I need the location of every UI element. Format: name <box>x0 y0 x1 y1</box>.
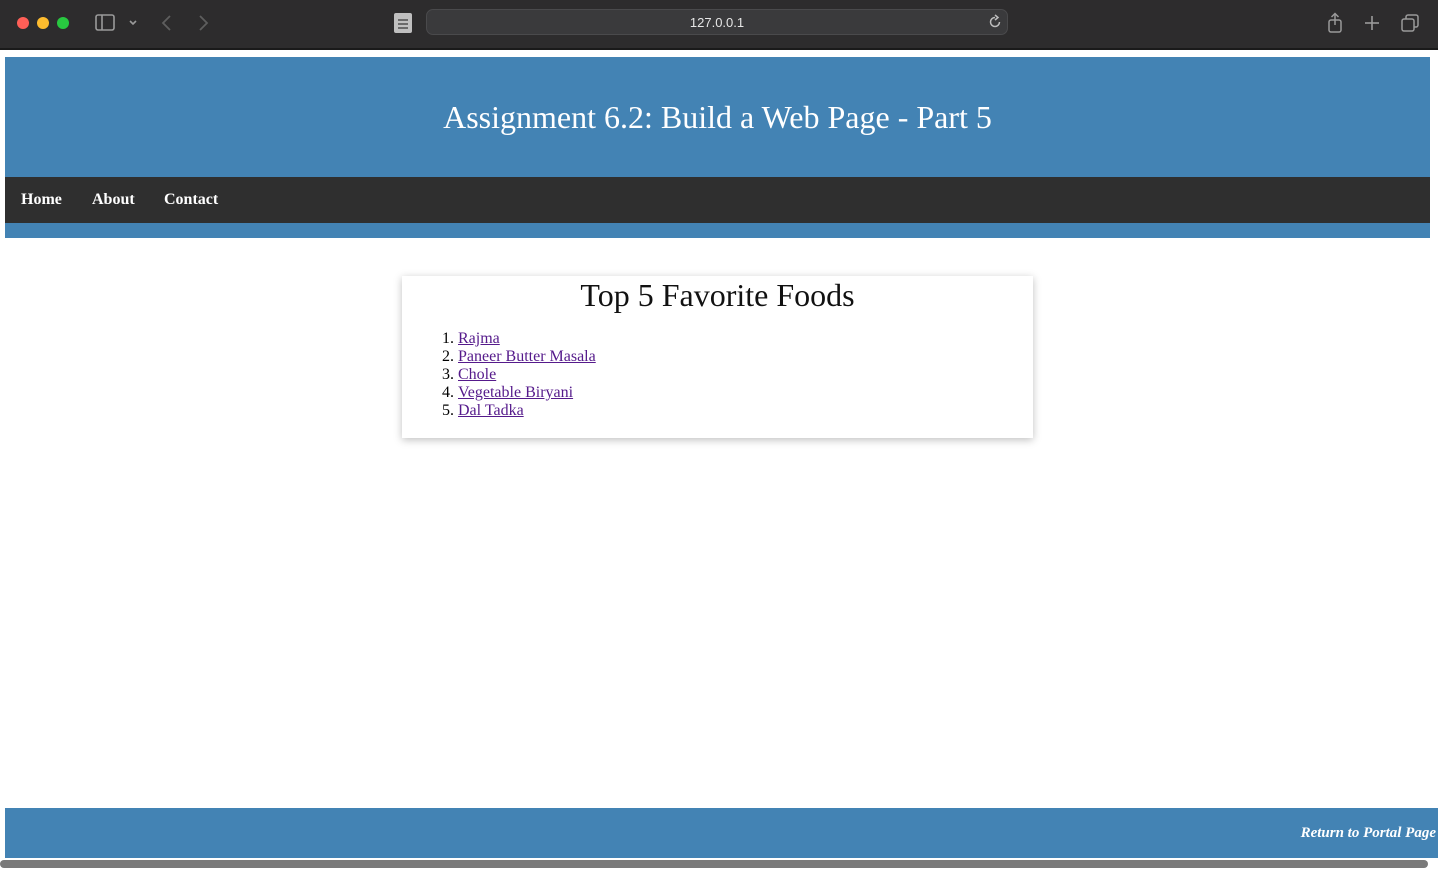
minimize-window-button[interactable] <box>37 17 49 29</box>
address-bar[interactable]: 127.0.0.1 <box>426 9 1008 35</box>
section-title: Top 5 Favorite Foods <box>580 277 855 313</box>
return-to-portal-link[interactable]: Return to Portal Page <box>1301 808 1436 858</box>
food-link-paneer-butter-masala[interactable]: Paneer Butter Masala <box>458 348 596 365</box>
browser-toolbar: 127.0.0.1 <box>0 0 1438 50</box>
page-title: Assignment 6.2: Build a Web Page - Part … <box>443 99 992 135</box>
food-link-dal-tadka[interactable]: Dal Tadka <box>458 402 524 419</box>
new-tab-icon[interactable] <box>1363 12 1381 34</box>
list-item: Vegetable Biryani <box>458 384 596 402</box>
favorite-foods-card: Top 5 Favorite Foods Rajma Paneer Butter… <box>402 276 1033 438</box>
site-footer: Return to Portal Page <box>5 808 1438 858</box>
list-item: Rajma <box>458 330 596 348</box>
main-nav: Home About Contact <box>5 177 1430 223</box>
page-favicon-icon <box>394 13 412 33</box>
maximize-window-button[interactable] <box>57 17 69 29</box>
back-icon[interactable] <box>158 12 176 34</box>
list-item: Paneer Butter Masala <box>458 348 596 366</box>
sidebar-icon[interactable] <box>94 12 116 34</box>
list-item: Dal Tadka <box>458 402 596 420</box>
food-link-chole[interactable]: Chole <box>458 366 496 383</box>
food-list: Rajma Paneer Butter Masala Chole Vegetab… <box>458 330 596 420</box>
chevron-down-icon[interactable] <box>127 12 139 34</box>
nav-link-home[interactable]: Home <box>21 177 62 223</box>
share-icon[interactable] <box>1326 12 1344 34</box>
address-bar-url: 127.0.0.1 <box>689 15 745 30</box>
nav-link-contact[interactable]: Contact <box>164 177 218 223</box>
tabs-overview-icon[interactable] <box>1400 12 1420 34</box>
nav-link-about[interactable]: About <box>92 177 135 223</box>
reload-icon[interactable] <box>987 14 1003 35</box>
food-link-rajma[interactable]: Rajma <box>458 330 500 347</box>
close-window-button[interactable] <box>17 17 29 29</box>
forward-icon[interactable] <box>194 12 212 34</box>
site-header: Assignment 6.2: Build a Web Page - Part … <box>5 57 1430 238</box>
horizontal-scrollbar[interactable] <box>0 860 1428 868</box>
food-link-vegetable-biryani[interactable]: Vegetable Biryani <box>458 384 573 401</box>
list-item: Chole <box>458 366 596 384</box>
